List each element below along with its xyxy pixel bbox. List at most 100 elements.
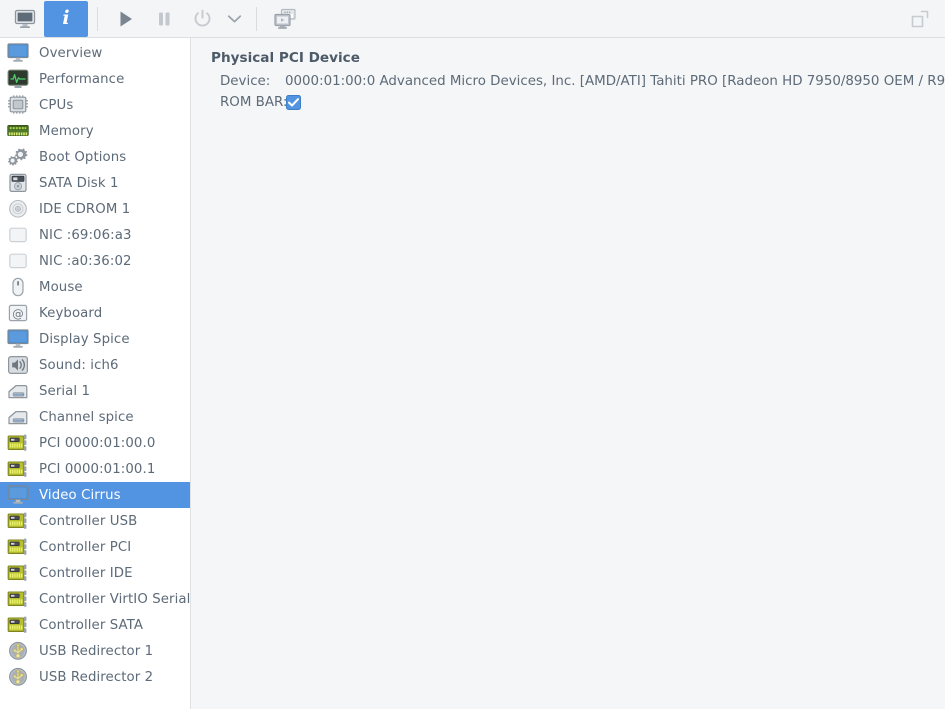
pci-card-icon xyxy=(6,432,30,454)
monitor-icon xyxy=(14,9,36,28)
monitor-icon xyxy=(7,485,29,504)
fullscreen-button[interactable] xyxy=(901,1,939,37)
harddisk-icon xyxy=(9,173,27,192)
fullscreen-icon xyxy=(911,10,929,27)
cdrom-disc-icon xyxy=(6,198,30,220)
pci-card-icon xyxy=(7,434,27,451)
shutdown-button[interactable] xyxy=(183,1,221,37)
hardware-item-label: IDE CDROM 1 xyxy=(39,201,131,217)
window-body: Overview Performance CPUs Memory Boot Option… xyxy=(0,38,945,709)
pause-icon xyxy=(159,12,170,25)
hardware-list[interactable]: Overview Performance CPUs Memory Boot Option… xyxy=(0,38,191,709)
device-label: Device: xyxy=(220,74,271,89)
main-toolbar: i xyxy=(0,0,945,38)
chevron-down-icon xyxy=(227,14,241,22)
hardware-item-sata-disk-1[interactable]: SATA Disk 1 xyxy=(0,170,190,196)
pci-card-icon xyxy=(7,538,27,555)
hardware-item-sound-ich6[interactable]: Sound: ich6 xyxy=(0,352,190,378)
toolbar-separator-1 xyxy=(97,6,98,31)
pause-button[interactable] xyxy=(145,1,183,37)
hardware-item-channel-spice[interactable]: Channel spice xyxy=(0,404,190,430)
hardware-item-label: Performance xyxy=(39,71,125,87)
hardware-item-controller-pci[interactable]: Controller PCI xyxy=(0,534,190,560)
toolbar-separator-2 xyxy=(256,6,257,31)
hardware-item-performance[interactable]: Performance xyxy=(0,66,190,92)
hardware-item-keyboard[interactable]: @ Keyboard xyxy=(0,300,190,326)
device-value: 0000:01:00:0 Advanced Micro Devices, Inc… xyxy=(285,74,945,89)
hardware-item-display-spice[interactable]: Display Spice xyxy=(0,326,190,352)
svg-text:@: @ xyxy=(12,307,24,321)
details-panel: Physical PCI Device Device: 0000:01:00:0… xyxy=(191,38,945,709)
vm-details-window: i Overview Performance CPUs Memory Boot … xyxy=(0,0,945,709)
cpu-chip-icon xyxy=(6,94,30,116)
device-row: Device: 0000:01:00:0 Advanced Micro Devi… xyxy=(211,71,945,92)
rom-bar-label: ROM BAR: xyxy=(220,95,288,110)
console-view-button[interactable] xyxy=(6,1,44,37)
hardware-item-controller-virtio-serial[interactable]: Controller VirtIO Serial xyxy=(0,586,190,612)
snapshot-button[interactable] xyxy=(266,1,304,37)
hardware-item-controller-sata[interactable]: Controller SATA xyxy=(0,612,190,638)
hardware-item-boot-options[interactable]: Boot Options xyxy=(0,144,190,170)
hardware-item-label: USB Redirector 1 xyxy=(39,643,154,659)
hardware-item-mouse[interactable]: Mouse xyxy=(0,274,190,300)
hardware-item-label: NIC :69:06:a3 xyxy=(39,227,132,243)
hardware-item-ide-cdrom-1[interactable]: IDE CDROM 1 xyxy=(0,196,190,222)
serial-port-icon xyxy=(6,406,30,428)
pci-card-icon xyxy=(7,460,27,477)
usb-icon xyxy=(9,667,27,686)
serial-port-icon xyxy=(8,411,28,425)
hardware-item-label: Memory xyxy=(39,123,94,139)
hardware-item-label: Overview xyxy=(39,45,103,61)
performance-icon xyxy=(7,69,29,88)
hardware-item-usb-redirector-1[interactable]: USB Redirector 1 xyxy=(0,638,190,664)
hardware-item-serial-1[interactable]: Serial 1 xyxy=(0,378,190,404)
speaker-icon xyxy=(6,354,30,376)
hardware-item-label: PCI 0000:01:00.0 xyxy=(39,435,156,451)
screenshots-icon xyxy=(274,8,296,29)
hardware-item-nic-a0-36-02[interactable]: NIC :a0:36:02 xyxy=(0,248,190,274)
keyboard-at-icon: @ xyxy=(6,302,30,324)
pci-card-icon xyxy=(6,458,30,480)
mouse-icon xyxy=(12,277,24,297)
hardware-item-label: Display Spice xyxy=(39,331,130,347)
monitor-icon xyxy=(7,43,29,62)
hardware-item-nic-69-06-a3[interactable]: NIC :69:06:a3 xyxy=(0,222,190,248)
hardware-item-label: Controller PCI xyxy=(39,539,132,555)
hardware-item-pci-0000-01-00-0[interactable]: PCI 0000:01:00.0 xyxy=(0,430,190,456)
page-title: Physical PCI Device xyxy=(211,50,360,66)
hardware-item-memory[interactable]: Memory xyxy=(0,118,190,144)
usb-icon xyxy=(9,641,27,660)
hardware-item-label: Sound: ich6 xyxy=(39,357,119,373)
pci-card-icon xyxy=(6,562,30,584)
rom-bar-checkbox[interactable] xyxy=(286,95,301,110)
hardware-item-video-cirrus[interactable]: Video Cirrus xyxy=(0,482,190,508)
run-button[interactable] xyxy=(107,1,145,37)
hardware-item-label: Keyboard xyxy=(39,305,103,321)
hardware-item-label: Controller VirtIO Serial xyxy=(39,591,191,607)
pci-card-icon xyxy=(6,510,30,532)
hardware-item-label: Serial 1 xyxy=(39,383,91,399)
hardware-item-label: PCI 0000:01:00.1 xyxy=(39,461,156,477)
hardware-item-label: Mouse xyxy=(39,279,83,295)
monitor-icon xyxy=(6,328,30,350)
pci-card-icon xyxy=(6,614,30,636)
hardware-item-label: Channel spice xyxy=(39,409,134,425)
hardware-item-pci-0000-01-00-1[interactable]: PCI 0000:01:00.1 xyxy=(0,456,190,482)
gears-icon xyxy=(6,146,30,168)
hardware-item-controller-ide[interactable]: Controller IDE xyxy=(0,560,190,586)
shutdown-menu-button[interactable] xyxy=(221,1,247,37)
usb-icon xyxy=(6,666,30,688)
hardware-item-label: Controller SATA xyxy=(39,617,144,633)
info-icon: i xyxy=(62,7,70,29)
hardware-item-label: USB Redirector 2 xyxy=(39,669,154,685)
hardware-item-controller-usb[interactable]: Controller USB xyxy=(0,508,190,534)
serial-port-icon xyxy=(8,385,28,399)
monitor-icon xyxy=(6,42,30,64)
hardware-item-cpus[interactable]: CPUs xyxy=(0,92,190,118)
hardware-item-overview[interactable]: Overview xyxy=(0,40,190,66)
cdrom-disc-icon xyxy=(9,199,27,218)
hardware-item-usb-redirector-2[interactable]: USB Redirector 2 xyxy=(0,664,190,690)
details-view-button[interactable]: i xyxy=(44,0,88,37)
cpu-chip-icon xyxy=(8,95,28,114)
memory-ram-icon xyxy=(7,125,29,136)
